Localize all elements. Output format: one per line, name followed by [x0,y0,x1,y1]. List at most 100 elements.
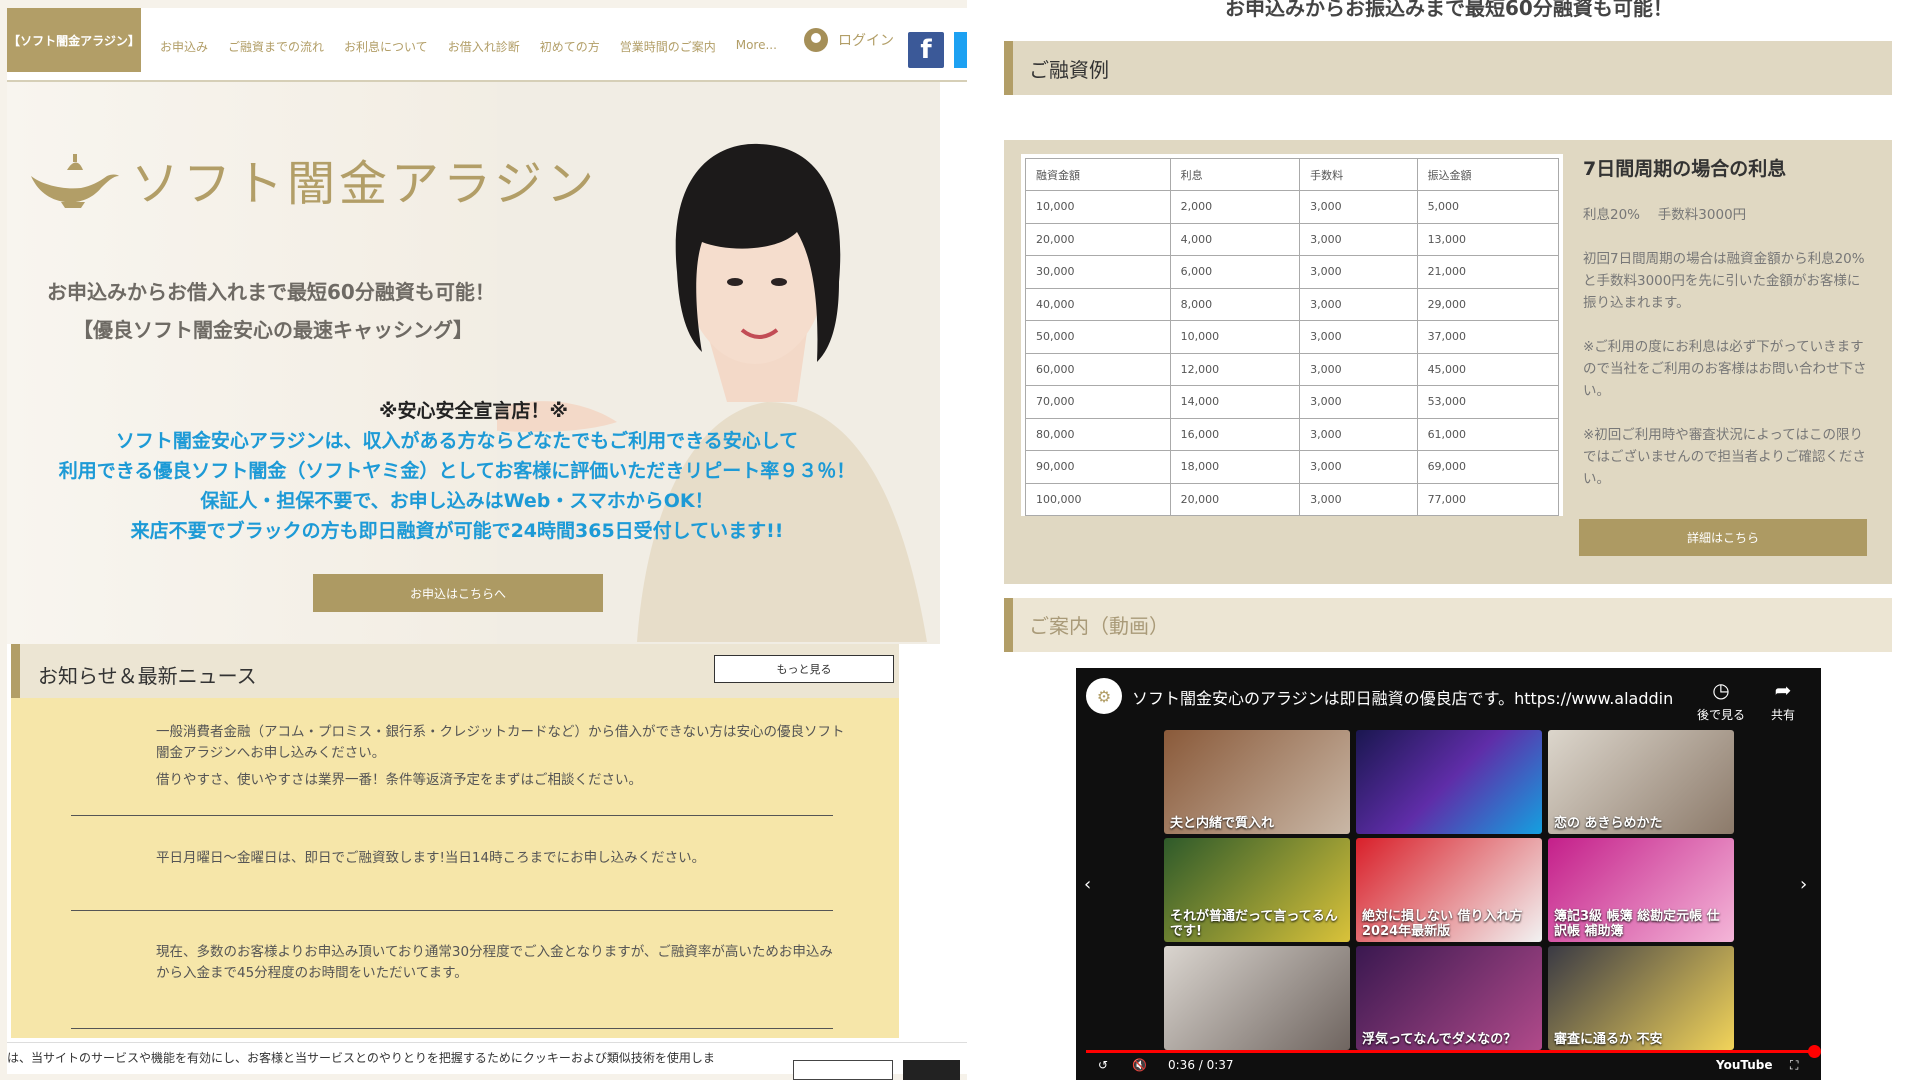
table-row: 40,000 8,000 3,000 29,000 [1025,287,1560,321]
table-row: 90,000 18,000 3,000 69,000 [1025,450,1560,484]
news-header: お知らせ＆最新ニュース もっと見る [11,644,899,698]
nav-interest[interactable]: お利息について [344,38,428,55]
scrubber-handle[interactable] [1808,1045,1821,1058]
table-cell: 40,000 [1025,287,1171,321]
table-cell: 13,000 [1416,222,1560,256]
table-cell: 50,000 [1025,320,1171,354]
replay-icon[interactable]: ↺ [1098,1058,1108,1072]
related-video-thumbnail[interactable] [1164,946,1350,1050]
youtube-player[interactable]: ⚙ ソフト闇金安心のアラジンは即日融資の優良店です。https://www.al… [1076,668,1821,1080]
hero-banner: ソフト闇金アラジン お申込みからお借入れまで最短60分融資も可能！ 【優良ソフト… [7,82,940,644]
user-icon [804,28,828,52]
hero-description: ソフト闇金安心アラジンは、収入がある方ならどなたでもご利用できる安心して 利用で… [7,426,907,546]
hero-tagline: お申込みからお借入れまで最短60分融資も可能！ [47,280,495,304]
nav-first-time[interactable]: 初めての方 [540,38,600,55]
cookie-accept-button[interactable] [903,1060,960,1080]
news-item: 平日月曜日〜金曜日は、即日でご融資致します!当日14時ころまでにお申し込みくださ… [156,850,706,866]
related-video-thumbnail[interactable] [1356,730,1542,834]
hero-logo: ソフト闇金アラジン [21,144,598,214]
table-row: 80,000 16,000 3,000 61,000 [1025,417,1560,451]
table-cell: 3,000 [1299,222,1418,256]
nav-flow[interactable]: ご融資までの流れ [228,38,324,55]
table-cell: 3,000 [1299,417,1418,451]
more-news-button[interactable]: もっと見る [714,655,894,683]
table-cell: 2,000 [1169,190,1301,224]
login-link[interactable]: ログイン [804,28,894,52]
left-page: 【ソフト闇金アラジン】 お申込み ご融資までの流れ お利息について お借入れ診断… [7,8,967,1074]
table-cell: 12,000 [1169,352,1301,386]
apply-button[interactable]: お申込はこちらへ [313,574,603,612]
chevron-left-icon[interactable]: ‹ [1084,874,1091,895]
related-video-thumbnail[interactable]: 浮気ってなんでダメなの？ [1356,946,1542,1050]
related-video-thumbnail[interactable]: 簿記3級 帳簿 総勘定元帳 仕訳帳 補助簿 [1548,838,1734,942]
video-section-header: ご案内（動画） [1004,598,1892,652]
table-cell: 69,000 [1416,450,1560,484]
table-cell: 3,000 [1299,255,1418,289]
table-cell: 77,000 [1416,482,1560,516]
hero-subtagline: 【優良ソフト闇金安心の最速キャッシング】 [73,318,473,342]
table-cell: 21,000 [1416,255,1560,289]
youtube-logo[interactable]: YouTube [1716,1058,1773,1072]
fullscreen-icon[interactable]: ⛶ [1790,1058,1798,1073]
table-cell: 3,000 [1299,352,1418,386]
divider [71,910,833,911]
facebook-icon[interactable]: f [908,32,944,68]
channel-avatar[interactable]: ⚙ [1086,678,1122,714]
details-button[interactable]: 詳細はこちら [1579,519,1867,556]
table-cell: 3,000 [1299,320,1418,354]
table-cell: 53,000 [1416,385,1560,419]
safe-declaration-title: ※安心安全宣言店！※ [379,400,568,422]
chevron-right-icon[interactable]: › [1800,874,1807,895]
table-row: 10,000 2,000 3,000 5,000 [1025,190,1560,224]
cookie-settings-button[interactable] [793,1060,893,1080]
related-video-thumbnail[interactable]: それが普通だって言ってるんです! [1164,838,1350,942]
hero-brand: ソフト闇金アラジン [131,156,599,212]
table-cell: 18,000 [1169,450,1301,484]
cycle-title: 7日間周期の場合の利息 [1583,158,1787,180]
clock-icon: ◷ [1712,678,1730,702]
nav-more[interactable]: More... [736,38,777,55]
table-cell: 14,000 [1169,385,1301,419]
nav-apply[interactable]: お申込み [160,38,208,55]
share-icon: ➦ [1774,678,1792,702]
table-cell: 60,000 [1025,352,1171,386]
table-cell: 80,000 [1025,417,1171,451]
table-cell: 8,000 [1169,287,1301,321]
table-cell: 3,000 [1299,190,1418,224]
table-cell: 100,000 [1025,482,1171,516]
column-header: 振込金額 [1416,158,1560,191]
table-cell: 3,000 [1299,450,1418,484]
hero-line: 来店不要でブラックの方も即日融資が可能で24時間365日受付しています!! [130,520,784,542]
news-item: 現在、多数のお客様よりお申込み頂いており通常30分程度でご入金となりますが、ご融… [156,944,833,981]
login-label: ログイン [838,33,894,49]
twitter-icon[interactable] [954,32,967,68]
magic-lamp-icon [21,146,121,212]
related-video-thumbnail[interactable]: 絶対に損しない 借り入れ方 2024年最新版 [1356,838,1542,942]
table-row: 50,000 10,000 3,000 37,000 [1025,320,1560,354]
loan-example-box: 融資金額 利息 手数料 振込金額 10,000 2,000 3,000 5,000 20… [1004,140,1892,584]
watch-later-button[interactable]: ◷ 後で見る [1696,678,1746,723]
related-video-thumbnail[interactable]: 夫と内緒で質入れ [1164,730,1350,834]
table-cell: 10,000 [1169,320,1301,354]
table-row: 60,000 12,000 3,000 45,000 [1025,352,1560,386]
table-row: 20,000 4,000 3,000 13,000 [1025,222,1560,256]
divider [71,815,833,816]
related-video-thumbnail[interactable]: 恋の あきらめかた [1548,730,1734,834]
video-title[interactable]: ソフト闇金安心のアラジンは即日融資の優良店です。https://www.alad… [1132,685,1672,709]
table-row: 70,000 14,000 3,000 53,000 [1025,385,1560,419]
video-progress-bar[interactable] [1086,1045,1821,1058]
table-cell: 3,000 [1299,385,1418,419]
news-item: 一般消費者金融（アコム・プロミス・銀行系・クレジットカードなど）から借入ができな… [156,724,845,761]
video-section-title: ご案内（動画） [1029,614,1169,638]
mute-icon[interactable]: 🔇 [1132,1058,1147,1072]
table-cell: 3,000 [1299,482,1418,516]
nav-hours[interactable]: 営業時間のご案内 [620,38,716,55]
table-cell: 45,000 [1416,352,1560,386]
related-video-thumbnail[interactable]: 審査に通るか 不安 [1548,946,1734,1050]
table-cell: 30,000 [1025,255,1171,289]
nav-diagnosis[interactable]: お借入れ診断 [448,38,520,55]
table-cell: 4,000 [1169,222,1301,256]
share-button[interactable]: ➦ 共有 [1758,678,1808,723]
screen: 【ソフト闇金アラジン】 お申込み ご融資までの流れ お利息について お借入れ診断… [0,0,1920,1080]
site-logo[interactable]: 【ソフト闇金アラジン】 [7,8,141,72]
